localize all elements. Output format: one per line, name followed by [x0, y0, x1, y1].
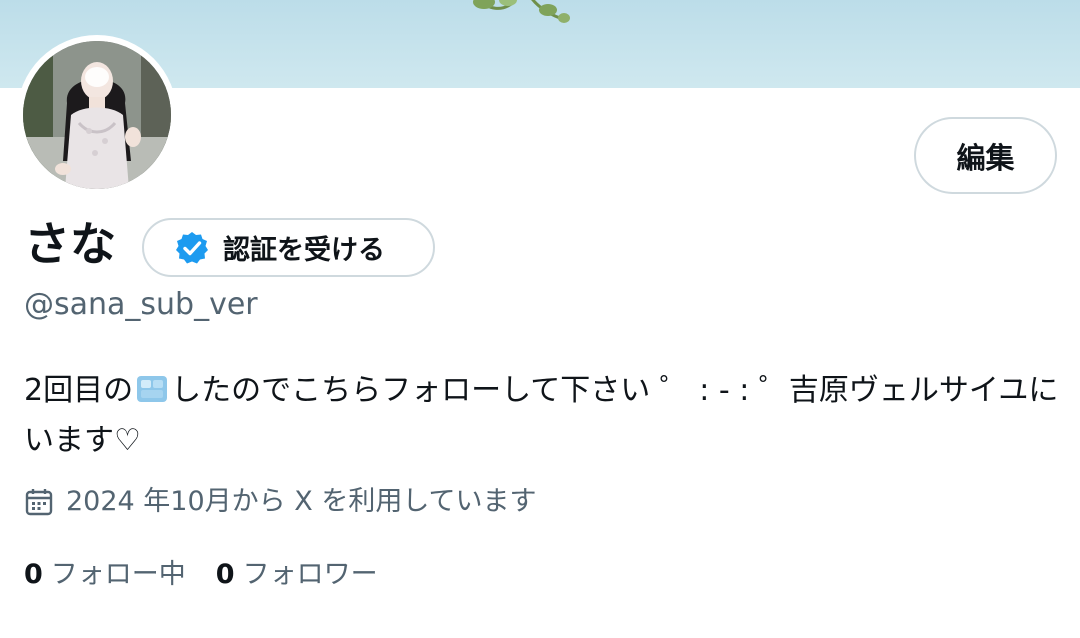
- join-date-text: 2024 年10月から X を利用しています: [66, 486, 537, 517]
- get-verified-label: 認証を受ける: [223, 235, 385, 266]
- display-name: さな: [24, 217, 116, 271]
- follow-stats: 0 フォロー中 0 フォロワー: [24, 557, 408, 593]
- profile-page: 編集 さな 認証を受ける @sana_sub_ver 2回目の したのでこちらフ…: [0, 0, 1080, 638]
- bio-text-end: したのでこちらフォローして下さい ゜ : - : ゜吉原ヴェルサイユにいます♡: [24, 373, 1059, 458]
- following-label: フォロー中: [50, 559, 186, 590]
- user-handle: @sana_sub_ver: [24, 287, 258, 322]
- following-link[interactable]: 0 フォロー中: [24, 557, 186, 593]
- ice-cube-icon: [137, 376, 168, 402]
- verified-badge-icon: [174, 230, 210, 266]
- avatar[interactable]: [23, 41, 171, 189]
- followers-label: フォロワー: [242, 559, 378, 590]
- profile-bio: 2回目の したのでこちらフォローして下さい ゜ : - : ゜吉原ヴェルサイユに…: [24, 366, 1064, 466]
- followers-link[interactable]: 0 フォロワー: [216, 557, 378, 593]
- followers-count: 0: [215, 559, 235, 590]
- calendar-icon: [24, 487, 54, 517]
- edit-profile-button[interactable]: 編集: [914, 117, 1057, 194]
- avatar-photo: [23, 41, 171, 189]
- join-date: 2024 年10月から X を利用しています: [24, 484, 537, 520]
- following-count: 0: [24, 559, 43, 590]
- banner-leaf-decoration: [473, 0, 570, 23]
- bio-text-start: 2回目の: [24, 373, 134, 408]
- get-verified-button[interactable]: 認証を受ける: [142, 218, 435, 277]
